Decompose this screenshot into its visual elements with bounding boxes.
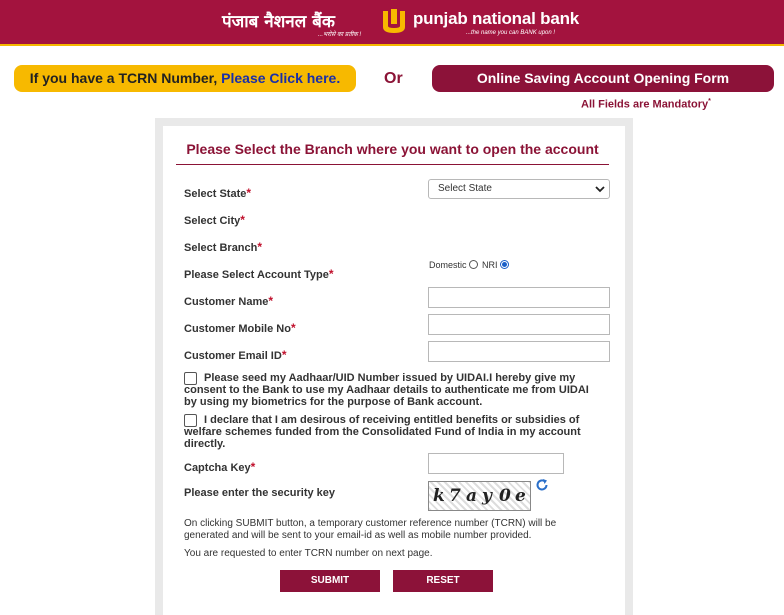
site-header: पंजाब नैशनल बैंक ...भरोसे का प्रतीक ! pu… bbox=[0, 0, 784, 46]
aadhaar-consent-text: Please seed my Aadhaar/UID Number issued… bbox=[184, 372, 589, 408]
customer-name-input[interactable] bbox=[428, 287, 610, 308]
tcrn-info-text: On clicking SUBMIT button, a temporary c… bbox=[184, 518, 557, 541]
submit-button[interactable]: SUBMIT bbox=[280, 570, 380, 592]
customer-name-label: Customer Name* bbox=[184, 294, 274, 308]
email-label: Customer Email ID* bbox=[184, 348, 287, 362]
branch-label: Select Branch* bbox=[184, 240, 263, 254]
tcrn-text: If you have a TCRN Number, bbox=[29, 70, 222, 86]
tcrn-next-page-text: You are requested to enter TCRN number o… bbox=[184, 548, 433, 559]
captcha-char: 7 bbox=[449, 486, 461, 506]
or-separator: Or bbox=[384, 70, 403, 87]
state-label: Select State* bbox=[184, 186, 252, 200]
captcha-char: y bbox=[482, 486, 492, 506]
radio-domestic[interactable] bbox=[468, 260, 478, 269]
pnb-logo-icon bbox=[383, 9, 405, 33]
captcha-label: Captcha Key* bbox=[184, 460, 256, 474]
account-type-label: Please Select Account Type* bbox=[184, 267, 334, 281]
email-input[interactable] bbox=[428, 341, 610, 362]
subsidy-declaration-text: I declare that I am desirous of receivin… bbox=[184, 414, 581, 450]
radio-label-domestic: Domestic bbox=[429, 260, 467, 270]
state-select[interactable]: Select State bbox=[428, 179, 610, 199]
captcha-char: 0 bbox=[499, 486, 511, 506]
captcha-char: e bbox=[515, 486, 526, 506]
branch-section-title: Please Select the Branch where you want … bbox=[176, 141, 609, 165]
captcha-char: a bbox=[466, 486, 478, 506]
city-label: Select City* bbox=[184, 213, 245, 227]
mobile-label: Customer Mobile No* bbox=[184, 321, 296, 335]
tagline-hindi: ...भरोसे का प्रतीक ! bbox=[318, 32, 362, 38]
security-key-label: Please enter the security key bbox=[184, 487, 336, 499]
captcha-image: k 7 a y 0 e bbox=[428, 481, 531, 511]
bank-name-english: punjab national bank bbox=[413, 9, 580, 28]
tagline-english: ...the name you can BANK upon ! bbox=[466, 30, 556, 36]
radio-label-nri: NRI bbox=[482, 260, 498, 270]
tcrn-click-link[interactable]: Please Click here. bbox=[221, 70, 340, 86]
state-select-value: Select State bbox=[438, 183, 492, 194]
chevron-down-icon bbox=[595, 186, 605, 193]
captcha-input[interactable] bbox=[428, 453, 564, 474]
account-type-radios: Domestic NRI bbox=[429, 260, 511, 270]
reset-button[interactable]: RESET bbox=[393, 570, 493, 592]
mandatory-note: All Fields are Mandatory* bbox=[581, 98, 711, 111]
captcha-char: k bbox=[433, 486, 445, 506]
bank-name-hindi: पंजाब नैशनल बैंक bbox=[222, 12, 335, 32]
tcrn-button[interactable]: If you have a TCRN Number, Please Click … bbox=[14, 65, 356, 92]
mobile-input[interactable] bbox=[428, 314, 610, 335]
refresh-icon[interactable] bbox=[535, 478, 549, 492]
radio-nri[interactable] bbox=[499, 260, 509, 269]
form-title-banner: Online Saving Account Opening Form bbox=[432, 65, 774, 92]
